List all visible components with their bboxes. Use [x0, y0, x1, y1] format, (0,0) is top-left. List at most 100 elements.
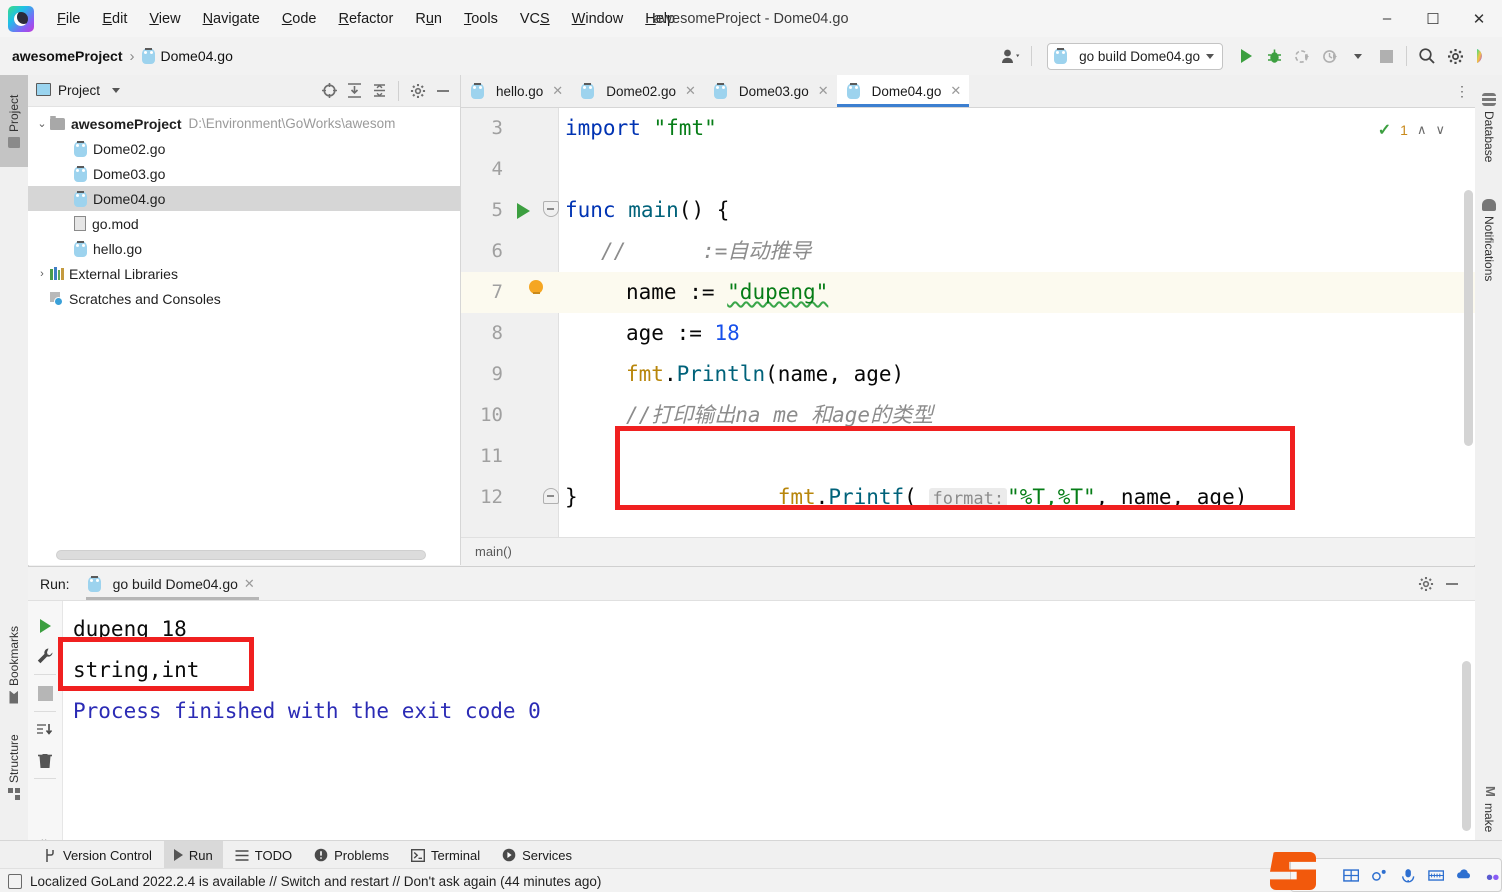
settings-icon[interactable] — [1442, 43, 1468, 69]
menu-tools[interactable]: Tools — [453, 7, 509, 31]
minimize-button[interactable]: – — [1364, 0, 1410, 37]
maximize-button[interactable]: ☐ — [1410, 0, 1456, 37]
close-icon[interactable]: ✕ — [818, 83, 829, 99]
tab-dome04-go[interactable]: Dome04.go ✕ — [837, 75, 970, 107]
profile-dropdown-icon[interactable] — [1345, 43, 1371, 69]
locate-icon[interactable] — [318, 80, 340, 102]
chevron-right-icon[interactable]: › — [34, 268, 50, 280]
fold-start-icon[interactable] — [543, 201, 559, 217]
trash-icon[interactable] — [30, 745, 60, 775]
bottom-item-problems[interactable]: Problems — [304, 841, 399, 869]
inspection-widget[interactable]: ✓ 1 ∧ ∨ — [1378, 120, 1445, 140]
tree-node-gomod[interactable]: go.mod — [28, 211, 460, 236]
soft-wrap-icon[interactable] — [30, 715, 60, 745]
fold-end-icon[interactable] — [543, 488, 559, 504]
close-icon[interactable]: ✕ — [685, 83, 696, 99]
project-panel-horizontal-scrollbar[interactable] — [56, 550, 426, 560]
stop-icon[interactable] — [30, 678, 60, 708]
console-vertical-scrollbar[interactable] — [1462, 661, 1471, 831]
run-configuration-selector[interactable]: go build Dome04.go — [1047, 43, 1223, 70]
chevron-down-icon[interactable]: ⌄ — [34, 117, 50, 130]
bottom-item-version-control[interactable]: Version Control — [34, 841, 162, 869]
settings-icon[interactable] — [1415, 573, 1437, 595]
notification-icon[interactable] — [8, 874, 22, 889]
next-problem-icon[interactable]: ∨ — [1435, 122, 1445, 138]
breadcrumb-file[interactable]: Dome04.go — [161, 48, 233, 64]
previous-problem-icon[interactable]: ∧ — [1417, 122, 1427, 138]
chevron-down-icon[interactable] — [112, 88, 120, 93]
tree-node-scratches[interactable]: Scratches and Consoles — [28, 286, 460, 311]
menu-refactor[interactable]: Refactor — [328, 7, 405, 31]
close-icon[interactable]: ✕ — [950, 83, 961, 99]
editor-tab-bar: hello.go ✕ Dome02.go ✕ Dome03.go ✕ Dome0… — [461, 75, 1475, 108]
menu-code[interactable]: Code — [271, 7, 328, 31]
editor-vertical-scrollbar[interactable] — [1464, 190, 1473, 446]
bottom-item-run[interactable]: Run — [164, 841, 223, 869]
tab-label: hello.go — [496, 84, 543, 99]
menu-edit[interactable]: Edit — [91, 7, 138, 31]
menu-navigate[interactable]: Navigate — [192, 7, 271, 31]
bottom-item-services[interactable]: Services — [492, 841, 582, 869]
tab-hello-go[interactable]: hello.go ✕ — [461, 75, 571, 107]
menu-help[interactable]: Help — [634, 7, 686, 31]
tab-label: Dome02.go — [606, 84, 676, 99]
ime-toolbar-overlay[interactable] — [1290, 858, 1502, 892]
sidebar-item-project[interactable]: Project — [0, 75, 28, 167]
breadcrumb-function[interactable]: main() — [475, 544, 512, 559]
run-tab-go-build[interactable]: go build Dome04.go ✕ — [84, 567, 261, 600]
sidebar-item-notifications[interactable]: Notifications — [1475, 171, 1502, 310]
close-icon[interactable]: ✕ — [244, 576, 255, 592]
status-message[interactable]: Localized GoLand 2022.2.4 is available /… — [30, 874, 601, 889]
bottom-item-todo[interactable]: TODO — [225, 841, 302, 869]
intention-bulb-icon[interactable] — [529, 280, 543, 295]
tab-dome02-go[interactable]: Dome02.go ✕ — [571, 75, 704, 107]
run-gutter-icon[interactable] — [517, 203, 530, 219]
ime-keyboard-icon[interactable] — [1428, 868, 1444, 883]
menu-file[interactable]: File — [46, 7, 91, 31]
sidebar-item-bookmarks[interactable]: Bookmarks — [0, 610, 28, 719]
more-tabs-icon[interactable]: ⋮ — [1449, 75, 1475, 107]
console-output[interactable]: dupeng 18 string,int Process finished wi… — [63, 601, 1475, 856]
menu-window[interactable]: Window — [561, 7, 635, 31]
menu-run[interactable]: Run — [404, 7, 453, 31]
close-button[interactable]: ✕ — [1456, 0, 1502, 37]
run-icon[interactable] — [1233, 43, 1259, 69]
tree-node-dome03[interactable]: Dome03.go — [28, 161, 460, 186]
tree-node-dome04[interactable]: Dome04.go — [28, 186, 460, 211]
ime-chinese-icon[interactable] — [1343, 868, 1359, 883]
debug-icon[interactable] — [1261, 43, 1287, 69]
run-with-coverage-icon[interactable] — [1289, 43, 1315, 69]
hide-panel-icon[interactable] — [1441, 573, 1463, 595]
collapse-all-icon[interactable] — [368, 80, 390, 102]
sidebar-item-structure[interactable]: Structure — [0, 715, 28, 819]
tree-node-external-libraries[interactable]: › External Libraries — [28, 261, 460, 286]
profile-icon[interactable] — [1317, 43, 1343, 69]
bottom-item-terminal[interactable]: Terminal — [401, 841, 490, 869]
ime-emoji-icon[interactable] — [1371, 868, 1387, 883]
search-icon[interactable] — [1414, 43, 1440, 69]
expand-all-icon[interactable] — [343, 80, 365, 102]
tree-node-dome02[interactable]: Dome02.go — [28, 136, 460, 161]
tree-node-hello[interactable]: hello.go — [28, 236, 460, 261]
hide-panel-icon[interactable] — [432, 80, 454, 102]
menu-vcs[interactable]: VCS — [509, 7, 561, 31]
account-icon[interactable] — [998, 43, 1024, 69]
stop-icon[interactable] — [1373, 43, 1399, 69]
tab-dome03-go[interactable]: Dome03.go ✕ — [704, 75, 837, 107]
close-icon[interactable]: ✕ — [552, 83, 563, 99]
go-file-icon — [471, 83, 484, 99]
ai-assistant-icon[interactable] — [1470, 43, 1496, 69]
sidebar-item-database[interactable]: Database — [1475, 75, 1502, 181]
ime-cloud-icon[interactable] — [1456, 868, 1472, 883]
breadcrumb-separator-icon: › — [130, 48, 135, 65]
ime-more-icon[interactable] — [1485, 868, 1501, 883]
line-number: 3 — [461, 108, 503, 149]
settings-icon[interactable] — [407, 80, 429, 102]
ime-voice-icon[interactable] — [1400, 868, 1416, 883]
rerun-icon[interactable] — [30, 611, 60, 641]
wrench-icon[interactable] — [30, 641, 60, 671]
menu-view[interactable]: View — [138, 7, 191, 31]
breadcrumb-project[interactable]: awesomeProject — [12, 48, 123, 64]
panel-divider — [398, 81, 399, 101]
tree-node-awesomeproject[interactable]: ⌄ awesomeProject D:\Environment\GoWorks\… — [28, 111, 460, 136]
